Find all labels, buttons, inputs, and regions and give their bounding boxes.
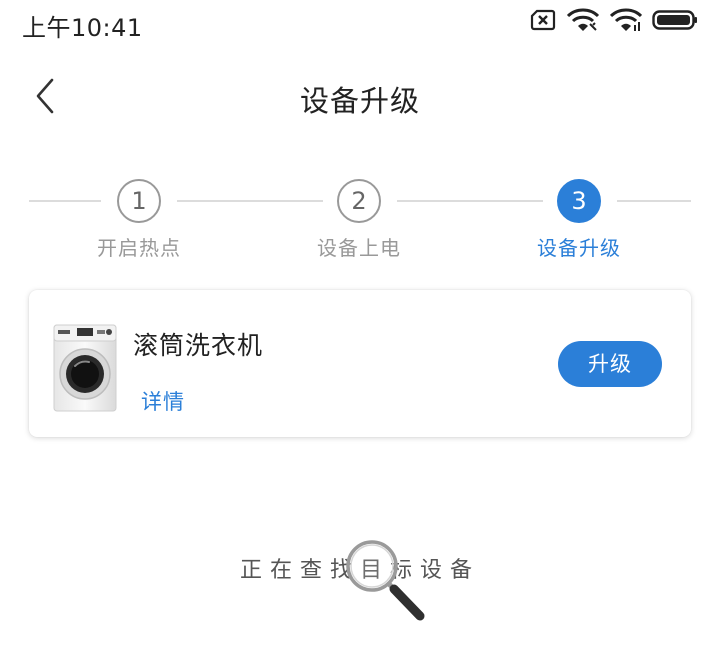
status-icons bbox=[530, 8, 698, 36]
magnifier-icon bbox=[340, 534, 432, 626]
step-1-indicator: 1 bbox=[117, 179, 161, 223]
device-card: 滚筒洗衣机 详情 升级 bbox=[29, 290, 691, 437]
step-3-label: 设备升级 bbox=[537, 236, 621, 260]
step-2-label: 设备上电 bbox=[317, 236, 401, 260]
status-time: 上午10:41 bbox=[22, 14, 143, 42]
details-link[interactable]: 详情 bbox=[141, 386, 185, 416]
device-name: 滚筒洗衣机 bbox=[133, 331, 264, 360]
upgrade-screen: 上午10:41 设备升级 1 2 3 开启热点 设备上电 设备升级 滚筒洗衣机 … bbox=[0, 0, 720, 660]
sim-disabled-icon bbox=[530, 9, 556, 35]
wifi-icon bbox=[609, 8, 643, 36]
upgrade-button[interactable]: 升级 bbox=[558, 341, 662, 387]
washing-machine-icon bbox=[53, 324, 117, 412]
step-line bbox=[617, 200, 691, 202]
header: 设备升级 bbox=[0, 60, 720, 132]
page-title: 设备升级 bbox=[299, 84, 420, 118]
step-3-indicator: 3 bbox=[557, 179, 601, 223]
wifi-calling-icon bbox=[566, 8, 600, 36]
step-line bbox=[177, 200, 323, 202]
progress-stepper: 1 2 3 开启热点 设备上电 设备升级 bbox=[0, 176, 720, 266]
step-line bbox=[29, 200, 101, 202]
step-1-label: 开启热点 bbox=[97, 236, 181, 260]
step-line bbox=[397, 200, 543, 202]
status-bar: 上午10:41 bbox=[0, 0, 720, 46]
step-2-indicator: 2 bbox=[337, 179, 381, 223]
battery-icon bbox=[652, 9, 698, 35]
